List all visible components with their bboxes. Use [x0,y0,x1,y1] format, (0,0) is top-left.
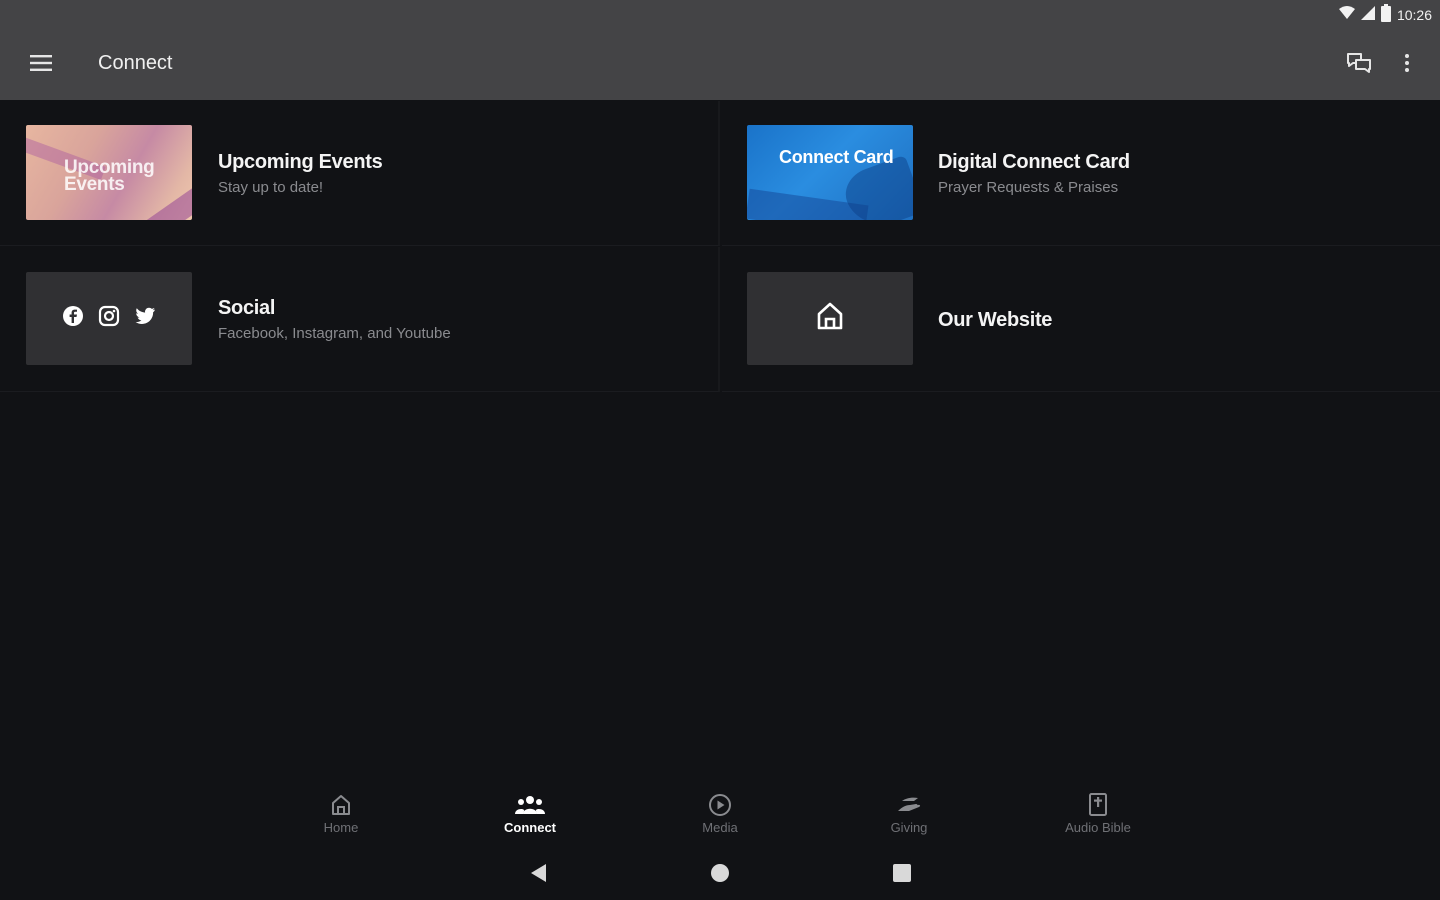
battery-icon [1380,3,1391,27]
home-icon [331,792,351,818]
app-bar: Connect [0,30,1440,100]
nav-label: Audio Bible [1065,820,1131,835]
system-home-button[interactable] [707,862,733,888]
chat-icon [1346,52,1372,79]
bottom-navigation: Home Connect Media Giving Audio Bible [0,780,1440,850]
tile-subtitle: Prayer Requests & Praises [938,179,1119,196]
menu-button[interactable] [22,47,60,83]
twitter-icon [134,306,156,331]
tile-title: Digital Connect Card [938,151,1130,173]
status-icons: 10:26 [1338,3,1432,27]
more-vert-icon [1404,53,1410,78]
tile-our-website[interactable]: Our Website [722,247,1440,392]
bible-icon [1088,792,1108,818]
tile-social[interactable]: Social Facebook, Instagram, and Youtube [0,247,720,392]
recents-button[interactable] [889,862,915,888]
home-icon [816,301,844,336]
status-time: 10:26 [1396,7,1432,23]
system-navigation-bar [0,850,1440,900]
menu-icon [30,54,52,77]
nav-label: Giving [890,820,928,835]
tile-digital-connect-card[interactable]: Connect Card Digital Connect Card Prayer… [722,101,1440,246]
chat-button[interactable] [1340,47,1378,83]
tile-title: Our Website [938,309,1053,331]
cell-signal-icon [1360,5,1375,25]
social-thumbnail [26,272,192,365]
back-icon [529,863,547,888]
nav-label: Media [702,820,738,835]
tile-title: Social [218,297,276,319]
recents-icon [892,863,912,888]
nav-item-home[interactable]: Home [286,792,396,842]
nav-item-giving[interactable]: Giving [854,792,964,842]
giving-hand-icon [896,792,922,818]
nav-label: Connect [504,820,556,835]
instagram-icon [98,305,120,332]
tile-upcoming-events[interactable]: Upcoming Events Upcoming Events Stay up … [0,101,720,246]
play-circle-icon [708,792,732,818]
connect-card-thumbnail: Connect Card [747,125,913,220]
tile-title: Upcoming Events [218,151,383,173]
nav-label: Home [323,820,359,835]
tile-subtitle: Facebook, Instagram, and Youtube [218,325,451,342]
nav-item-connect[interactable]: Connect [475,792,585,842]
back-button[interactable] [525,862,551,888]
page-title: Connect [98,52,173,74]
website-thumbnail [747,272,913,365]
nav-item-media[interactable]: Media [665,792,775,842]
home-circle-icon [710,863,730,888]
status-bar: 10:26 [0,0,1440,30]
nav-item-audio-bible[interactable]: Audio Bible [1043,792,1153,842]
more-options-button[interactable] [1390,47,1424,83]
thumbnail-text: Upcoming Events [64,157,155,195]
tile-subtitle: Stay up to date! [218,179,324,196]
wifi-icon [1338,5,1355,25]
thumbnail-text: Connect Card [779,147,894,167]
people-icon [514,792,546,818]
facebook-icon [62,305,84,332]
upcoming-events-thumbnail: Upcoming Events [26,125,192,220]
